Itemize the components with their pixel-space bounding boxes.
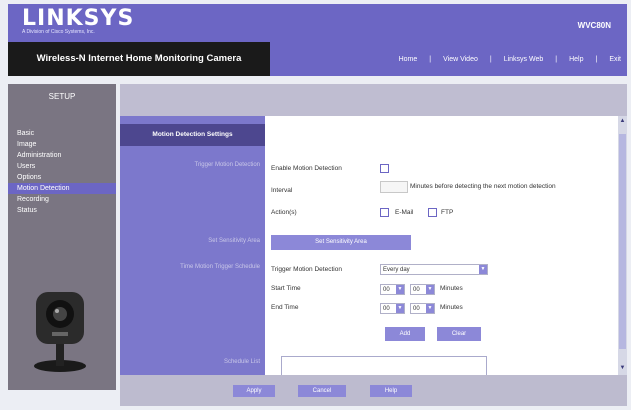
end-time-label: End Time (271, 304, 299, 311)
page-frame: LINKSYS A Division of Cisco Systems, Inc… (0, 0, 631, 410)
chevron-down-icon: ▼ (426, 304, 434, 313)
end-hour-select[interactable]: 00 ▼ (380, 303, 405, 314)
chevron-down-icon: ▼ (396, 285, 404, 294)
sidebar-item-basic[interactable]: Basic (8, 128, 116, 139)
trigger-select-value: Every day (383, 267, 410, 273)
camera-image (30, 284, 94, 379)
apply-button[interactable]: Apply (233, 385, 275, 397)
section-label-column: Motion Detection Settings Trigger Motion… (120, 116, 265, 375)
end-hour-value: 00 (383, 306, 390, 312)
sidebar-item-administration[interactable]: Administration (8, 150, 116, 161)
scroll-down-arrow-icon[interactable]: ▼ (618, 365, 627, 373)
ftp-checkbox[interactable] (428, 208, 437, 217)
chevron-down-icon: ▼ (396, 304, 404, 313)
linksys-logo: LINKSYS A Division of Cisco Systems, Inc… (22, 6, 135, 36)
nav-help[interactable]: Help (569, 56, 583, 63)
start-hour-select[interactable]: 00 ▼ (380, 284, 405, 295)
model-number: WVC80N (577, 21, 611, 30)
sidebar-item-status[interactable]: Status (8, 205, 116, 216)
interval-label: Interval (271, 187, 293, 194)
vertical-scrollbar[interactable]: ▲ ▼ (618, 116, 627, 375)
nav-separator: | (555, 55, 558, 63)
sidebar-setup-label: SETUP (48, 92, 76, 101)
enable-motion-checkbox[interactable] (380, 164, 389, 173)
nav-view-video[interactable]: View Video (443, 56, 478, 63)
trigger-select[interactable]: Every day ▼ (380, 264, 488, 275)
nav-separator: | (429, 55, 432, 63)
section-title: Motion Detection Settings (120, 124, 265, 146)
sidebar-item-users[interactable]: Users (8, 161, 116, 172)
add-button[interactable]: Add (385, 327, 425, 341)
scroll-thumb[interactable] (619, 134, 626, 349)
schedule-list-box[interactable] (281, 356, 487, 377)
nav-bar: Wireless-N Internet Home Monitoring Came… (8, 42, 627, 76)
email-checkbox[interactable] (380, 208, 389, 217)
sidebar-item-image[interactable]: Image (8, 139, 116, 150)
set-sensitivity-button[interactable]: Set Sensitivity Area (271, 235, 411, 250)
end-minute-value: 00 (413, 306, 420, 312)
start-hour-value: 00 (383, 287, 390, 293)
start-minute-value: 00 (413, 287, 420, 293)
trigger-label: Trigger Motion Detection (271, 266, 342, 273)
nav-home[interactable]: Home (399, 56, 418, 63)
logo-text: LINKSYS (22, 6, 135, 31)
actions-label: Action(s) (271, 209, 297, 216)
end-minutes-label: Minutes (440, 304, 463, 311)
sidebar-item-motion-detection[interactable]: Motion Detection (8, 183, 116, 194)
header-bar: LINKSYS A Division of Cisco Systems, Inc… (8, 4, 627, 42)
nav-separator: | (489, 55, 492, 63)
nav-linksys-web[interactable]: Linksys Web (504, 56, 544, 63)
clear-button[interactable]: Clear (437, 327, 481, 341)
nav-exit[interactable]: Exit (609, 56, 621, 63)
enable-motion-label: Enable Motion Detection (271, 165, 342, 172)
chevron-down-icon: ▼ (479, 265, 487, 274)
help-button[interactable]: Help (370, 385, 412, 397)
start-minute-select[interactable]: 00 ▼ (410, 284, 435, 295)
start-minutes-label: Minutes (440, 285, 463, 292)
label-trigger-schedule: Time Motion Trigger Schedule (180, 264, 260, 270)
email-label: E-Mail (395, 209, 414, 216)
sidebar-item-options[interactable]: Options (8, 172, 116, 183)
label-schedule-list: Schedule List (223, 359, 260, 365)
nav-separator: | (595, 55, 598, 63)
product-name: Wireless-N Internet Home Monitoring Came… (8, 42, 270, 76)
main-header-bar (120, 84, 627, 116)
label-set-sensitivity-area: Set Sensitivity Area (208, 238, 260, 244)
start-time-label: Start Time (271, 285, 301, 292)
ftp-label: FTP (441, 209, 454, 216)
interval-suffix: Minutes before detecting the next motion… (410, 183, 556, 190)
sidebar-item-recording[interactable]: Recording (8, 194, 116, 205)
label-trigger-motion-detection: Trigger Motion Detection (194, 162, 260, 168)
interval-input[interactable] (380, 181, 408, 193)
end-minute-select[interactable]: 00 ▼ (410, 303, 435, 314)
cancel-button[interactable]: Cancel (298, 385, 346, 397)
sidebar-menu: Basic Image Administration Users Options… (8, 128, 116, 216)
sidebar: SETUP Basic Image Administration Users O… (8, 84, 116, 390)
scroll-up-arrow-icon[interactable]: ▲ (618, 118, 627, 126)
footer-bar: Apply Cancel Help (120, 375, 627, 406)
chevron-down-icon: ▼ (426, 285, 434, 294)
top-nav-links: Home | View Video | Linksys Web | Help |… (270, 42, 627, 76)
